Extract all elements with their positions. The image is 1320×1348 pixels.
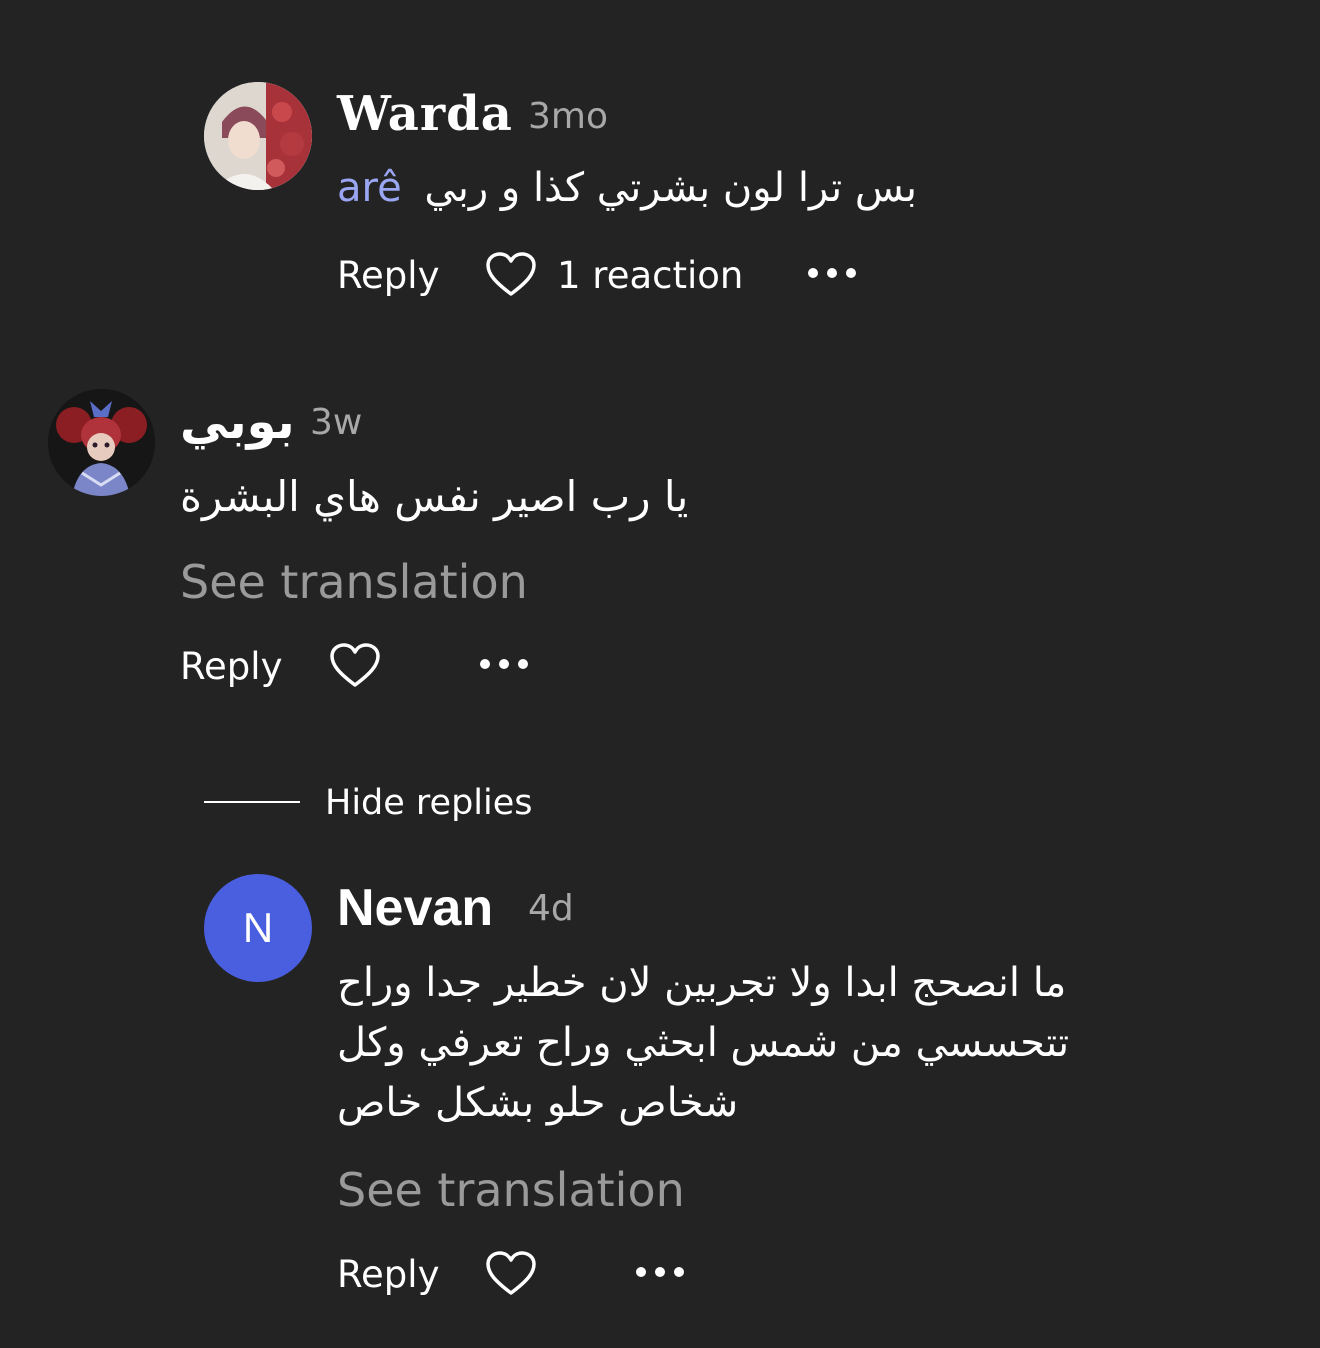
see-translation-link[interactable]: See translation <box>337 1163 685 1217</box>
reply-button[interactable]: Reply <box>337 1253 439 1296</box>
reply-text-line: تتحسسي من شمس ابحثي وراح تعرفي وكل <box>337 1020 1070 1066</box>
see-translation-link[interactable]: See translation <box>180 555 528 609</box>
reaction-count[interactable]: 1 reaction <box>557 254 743 297</box>
reply-button[interactable]: Reply <box>337 254 439 297</box>
comment-text: بس ترا لون بشرتي كذا و ربي <box>424 165 917 211</box>
avatar-letter: N <box>242 904 274 951</box>
comment-author-name[interactable]: بوبي <box>180 394 295 450</box>
reply-text-line: شخاص حلو بشكل خاص <box>337 1080 739 1126</box>
heart-outline-icon[interactable] <box>485 252 537 298</box>
hide-replies-button[interactable]: Hide replies <box>325 783 533 823</box>
replies-divider <box>204 801 300 803</box>
avatar-warda[interactable] <box>204 82 312 190</box>
avatar-photo <box>204 82 312 190</box>
comment-timestamp: 3mo <box>528 96 608 137</box>
reply-text-line: ما انصحج ابدا ولا تجربين لان خطير جدا ور… <box>337 960 1067 1006</box>
reply-button[interactable]: Reply <box>180 645 282 688</box>
avatar-nevan[interactable]: N <box>204 874 312 982</box>
avatar-bobby[interactable] <box>48 389 155 496</box>
reply-author-name[interactable]: Nevan <box>337 878 493 938</box>
ellipsis-icon[interactable] <box>636 1267 684 1277</box>
ellipsis-icon[interactable] <box>808 268 856 278</box>
comment-author-name[interactable]: Warda <box>337 86 513 142</box>
comment-text: يا رب اصير نفس هاي البشرة <box>180 472 689 521</box>
ellipsis-icon[interactable] <box>480 659 528 669</box>
reply-timestamp: 4d <box>528 888 574 929</box>
comment-body: arê بس ترا لون بشرتي كذا و ربي <box>337 165 917 211</box>
user-mention[interactable]: arê <box>337 165 402 211</box>
comment-timestamp: 3w <box>310 402 363 443</box>
heart-outline-icon[interactable] <box>485 1251 537 1297</box>
avatar-illustration <box>48 389 155 496</box>
heart-outline-icon[interactable] <box>329 643 381 689</box>
